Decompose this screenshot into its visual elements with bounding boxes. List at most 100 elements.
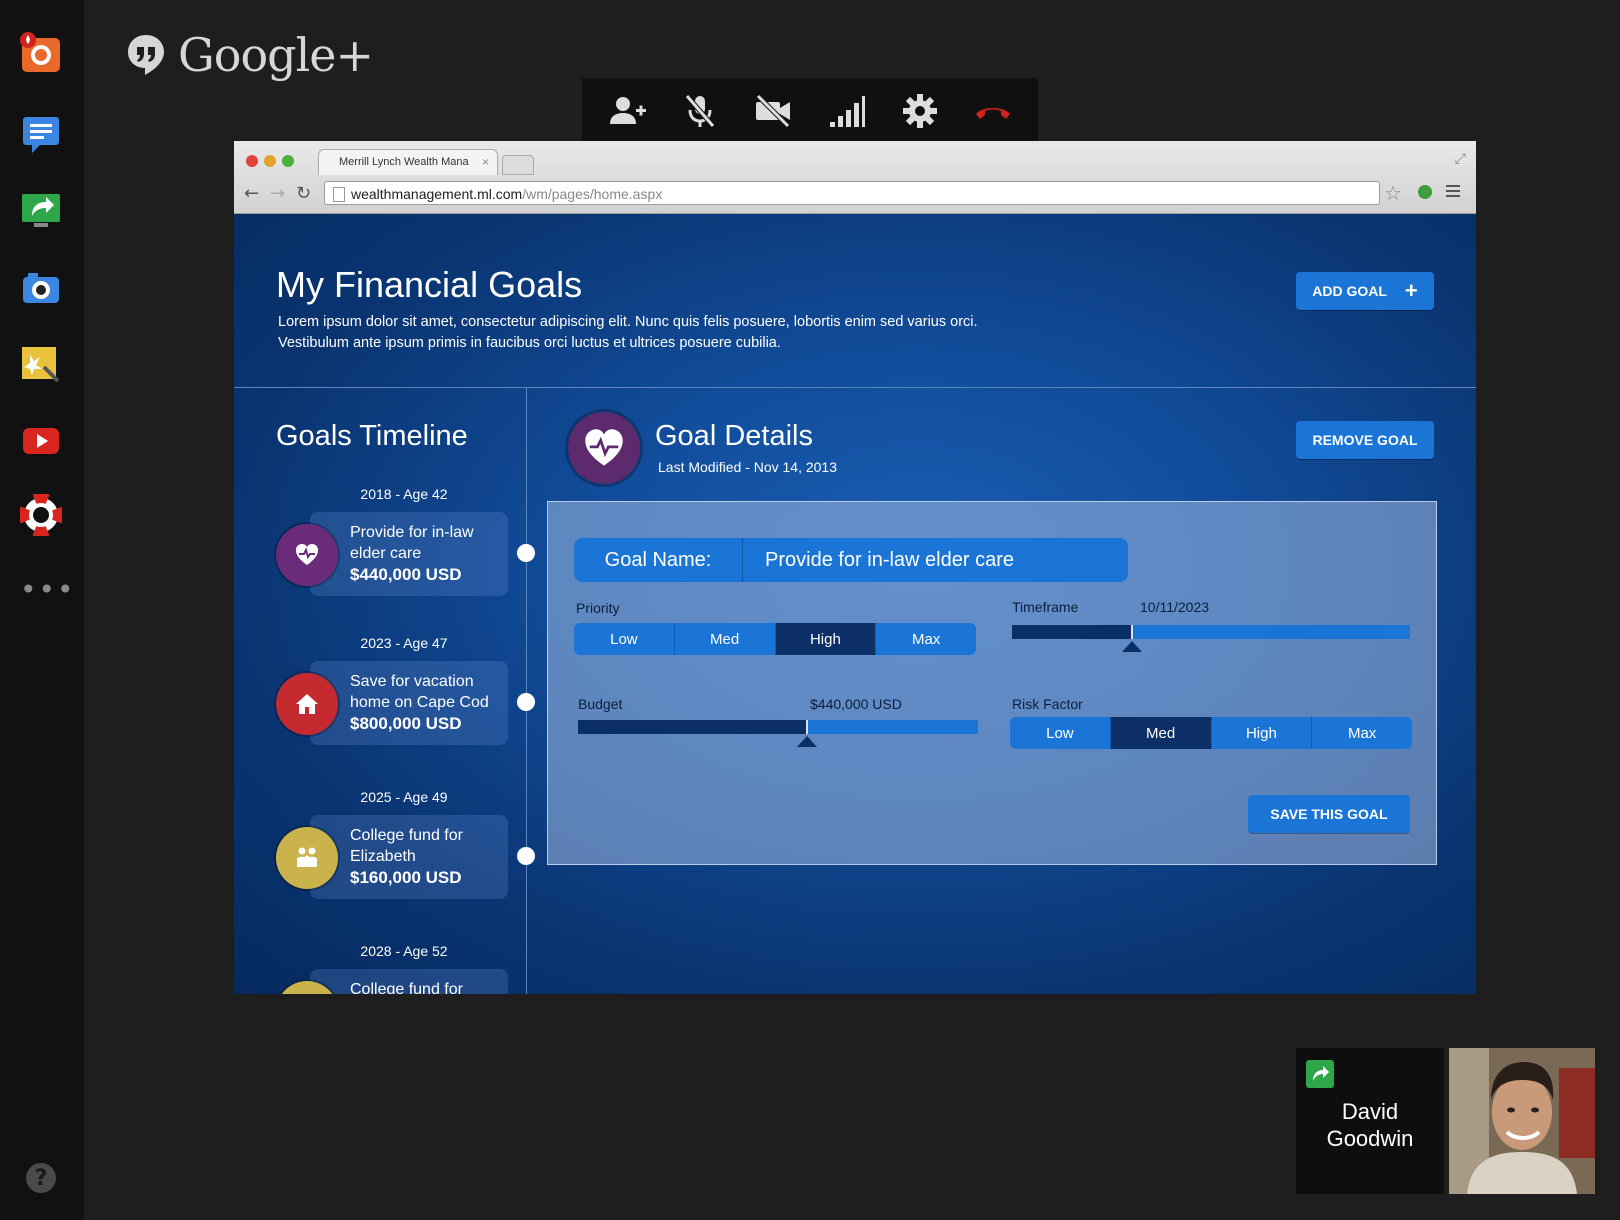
priority-label: Priority <box>576 600 620 616</box>
shared-screen-browser: Merrill Lynch Wealth Mana × ⤢ ← → ↻ weal… <box>234 141 1476 994</box>
participant-first-name: David <box>1341 1099 1399 1124</box>
priority-option-max[interactable]: Max <box>876 623 976 655</box>
hang-up-button[interactable] <box>970 88 1016 134</box>
participant-tile[interactable]: David Goodwin <box>1296 1048 1444 1194</box>
back-arrow-icon[interactable]: ← <box>244 183 259 204</box>
timeline-node[interactable] <box>517 693 535 711</box>
timeline-year: 2018 - Age 42 <box>360 486 448 502</box>
budget-slider[interactable] <box>578 720 978 747</box>
goal-name-field[interactable]: Goal Name: Provide for in-law elder care <box>574 538 1128 582</box>
url-host: wealthmanagement.ml.com <box>351 186 523 202</box>
risk-factor-selector[interactable]: Low Med High Max <box>1010 717 1412 749</box>
mic-off-icon <box>685 94 715 128</box>
goal-name-value: Provide for in-law elder care <box>765 548 1014 571</box>
timeframe-thumb-icon[interactable] <box>1122 641 1142 652</box>
timeline-divider <box>526 388 527 994</box>
address-bar[interactable]: wealthmanagement.ml.com/wm/pages/home.as… <box>324 181 1380 205</box>
risk-option-med[interactable]: Med <box>1110 717 1212 749</box>
budget-thumb-icon[interactable] <box>797 736 817 747</box>
more-apps-button[interactable]: ••• <box>20 576 74 604</box>
risk-factor-label: Risk Factor <box>1012 696 1083 712</box>
financial-goals-page: My Financial Goals Lorem ipsum dolor sit… <box>234 214 1476 994</box>
screenshare-icon <box>1306 1060 1334 1088</box>
timeline-goal-card[interactable]: College fund for Elizabeth $160,000 USD <box>310 815 508 899</box>
goal-line-1: Save for vacation <box>350 673 474 690</box>
goal-line-2: home on Cape Cod <box>350 694 489 711</box>
url-path: /wm/pages/home.aspx <box>522 186 663 202</box>
timeline-node[interactable] <box>517 544 535 562</box>
help-button[interactable]: ? <box>26 1163 56 1193</box>
hangouts-logo-icon <box>128 35 164 75</box>
effects-icon[interactable] <box>20 343 62 385</box>
goal-line-2: elder care <box>350 545 422 562</box>
family-icon <box>276 827 338 889</box>
screenshare-icon[interactable] <box>20 190 62 232</box>
browser-chrome: Merrill Lynch Wealth Mana × ⤢ ← → ↻ weal… <box>234 141 1476 214</box>
goal-amount: $440,000 USD <box>350 565 462 584</box>
timeline-goal-text: Save for vacation home on Cape Cod $800,… <box>350 671 489 734</box>
invite-people-button[interactable] <box>604 88 650 134</box>
risk-option-high[interactable]: High <box>1212 717 1313 749</box>
participant-name: David Goodwin <box>1296 1098 1444 1152</box>
timeline-goal-card[interactable]: College fund for <box>310 969 508 994</box>
help-ring-icon[interactable] <box>20 494 62 536</box>
timeline-goal-card[interactable]: Save for vacation home on Cape Cod $800,… <box>310 661 508 745</box>
add-goal-button[interactable]: ADD GOAL + <box>1296 272 1434 310</box>
risk-option-max[interactable]: Max <box>1312 717 1412 749</box>
camera-icon[interactable] <box>20 267 62 309</box>
priority-option-high[interactable]: High <box>775 623 877 655</box>
remove-goal-button[interactable]: REMOVE GOAL <box>1296 421 1434 459</box>
goal-amount: $800,000 USD <box>350 714 462 733</box>
tab-close-icon[interactable]: × <box>482 155 489 169</box>
chat-icon[interactable] <box>20 112 62 154</box>
plus-icon: + <box>1404 278 1418 303</box>
new-tab-button[interactable] <box>502 155 534 175</box>
add-goal-label: ADD GOAL <box>1312 283 1387 299</box>
timeframe-handle[interactable] <box>1131 625 1133 639</box>
timeframe-slider[interactable] <box>1012 625 1410 652</box>
timeline-goal-card[interactable]: Provide for in-law elder care $440,000 U… <box>310 512 508 596</box>
browser-tab[interactable]: Merrill Lynch Wealth Mana × <box>318 149 498 175</box>
signal-bars-icon <box>829 96 865 127</box>
priority-selector[interactable]: Low Med High Max <box>574 623 976 655</box>
goal-line-2: Elizabeth <box>350 848 416 865</box>
priority-option-med[interactable]: Med <box>675 623 776 655</box>
extension-icon[interactable] <box>1418 185 1432 199</box>
close-window-icon[interactable] <box>246 155 258 167</box>
minimize-window-icon[interactable] <box>264 155 276 167</box>
camera-off-button[interactable] <box>750 88 796 134</box>
page-icon <box>333 187 345 202</box>
bookmark-star-icon[interactable]: ☆ <box>1384 181 1402 205</box>
budget-handle[interactable] <box>806 720 808 734</box>
video-off-icon <box>756 94 791 128</box>
timeline-goal-text: College fund for <box>350 979 463 994</box>
health-icon <box>276 524 338 586</box>
timeline-goal-text: Provide for in-law elder care $440,000 U… <box>350 522 474 585</box>
settings-button[interactable] <box>897 88 943 134</box>
goal-details-title: Goal Details <box>655 420 813 452</box>
participant-avatar <box>1449 1048 1595 1194</box>
save-goal-button[interactable]: SAVE THIS GOAL <box>1248 795 1410 833</box>
mute-mic-button[interactable] <box>677 88 723 134</box>
timeline-goal-text: College fund for Elizabeth $160,000 USD <box>350 825 463 888</box>
timeline-year: 2028 - Age 52 <box>360 943 448 959</box>
timeline-year: 2025 - Age 49 <box>360 789 448 805</box>
browser-menu-icon[interactable] <box>1446 185 1460 197</box>
youtube-icon[interactable] <box>20 420 62 462</box>
timeline-node[interactable] <box>517 847 535 865</box>
forward-arrow-icon[interactable]: → <box>270 183 285 204</box>
intro-line-2: Vestibulum ante ipsum primis in faucibus… <box>278 335 781 351</box>
participant-video[interactable] <box>1449 1048 1595 1194</box>
zoom-window-icon[interactable] <box>282 155 294 167</box>
reload-icon[interactable]: ↻ <box>296 183 311 204</box>
budget-label: Budget <box>578 696 623 712</box>
hangout-app-icon[interactable] <box>20 32 62 74</box>
priority-option-low[interactable]: Low <box>574 623 675 655</box>
risk-option-low[interactable]: Low <box>1010 717 1111 749</box>
health-icon <box>568 412 640 484</box>
goal-details-panel: Goal Name: Provide for in-law elder care… <box>547 501 1437 865</box>
timeframe-fill <box>1012 625 1131 639</box>
fullscreen-icon[interactable]: ⤢ <box>1455 151 1466 167</box>
budget-fill <box>578 720 806 734</box>
bandwidth-button[interactable] <box>824 88 870 134</box>
